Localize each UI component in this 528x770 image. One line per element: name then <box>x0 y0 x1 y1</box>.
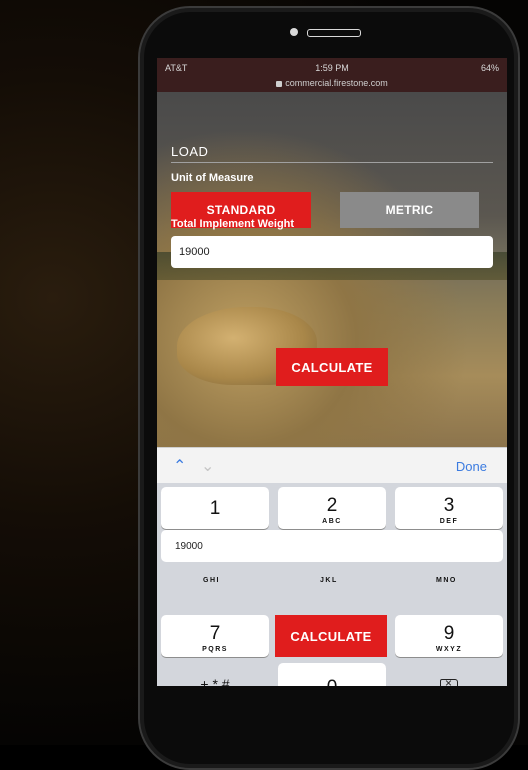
key-number: 0 <box>278 677 386 687</box>
key-2[interactable]: 2 ABC <box>278 487 386 529</box>
chevron-down-icon[interactable]: ⌄ <box>201 456 214 476</box>
key-number: 9 <box>443 622 455 644</box>
status-bar: AT&T 1:59 PM 64% commercial.firestone.co… <box>157 58 507 92</box>
metric-button[interactable]: METRIC <box>340 192 479 228</box>
battery-level: 64% <box>480 63 499 73</box>
key-letters: PQRS <box>202 645 228 653</box>
autofill-suggestion[interactable]: 19000 <box>175 541 203 552</box>
total-weight-label: Total Implement Weight <box>171 218 295 230</box>
symbols-key[interactable]: + * # <box>161 663 269 686</box>
numeric-keypad: 1 2 ABC 3 DEF 19000 GHI JKL MNO 7 PQRS C… <box>157 483 507 686</box>
keyboard-accessory-bar: ⌃ ⌄ Done <box>157 447 507 484</box>
key-number: 2 <box>326 494 338 516</box>
chevron-up-icon[interactable]: ⌃ <box>173 456 186 476</box>
key-letters: DEF <box>439 517 459 525</box>
lock-icon <box>276 80 283 87</box>
calculate-button[interactable]: CALCULATE <box>276 348 388 386</box>
section-divider <box>171 162 493 163</box>
status-time: 1:59 PM <box>315 63 349 73</box>
key-9[interactable]: 9 WXYZ <box>395 615 503 657</box>
section-title: LOAD <box>171 144 209 159</box>
calculate-overlay-button[interactable]: CALCULATE <box>275 615 387 657</box>
key-7[interactable]: 7 PQRS <box>161 615 269 657</box>
key-number: 3 <box>443 494 455 516</box>
key-letters: WXYZ <box>435 645 463 653</box>
done-button[interactable]: Done <box>450 458 493 475</box>
phone-screen: AT&T 1:59 PM 64% commercial.firestone.co… <box>157 58 507 686</box>
url-bar[interactable]: commercial.firestone.com <box>157 78 507 88</box>
key-0[interactable]: 0 <box>278 663 386 686</box>
speaker-grille <box>307 29 361 37</box>
backspace-icon <box>440 676 458 686</box>
key-number: 7 <box>209 622 221 644</box>
unit-of-measure-label: Unit of Measure <box>171 172 254 184</box>
key-letters: ABC <box>322 517 342 525</box>
key-5-letters[interactable]: JKL <box>320 577 338 584</box>
autofill-suggestion-bar[interactable] <box>161 530 503 562</box>
total-weight-input[interactable] <box>171 236 493 268</box>
delete-key[interactable] <box>395 663 503 686</box>
url-text: commercial.firestone.com <box>285 78 388 88</box>
key-1[interactable]: 1 <box>161 487 269 529</box>
key-3[interactable]: 3 DEF <box>395 487 503 529</box>
key-4-letters[interactable]: GHI <box>203 577 220 584</box>
calculator-page <box>157 92 507 447</box>
key-number: 1 <box>209 498 221 519</box>
key-6-letters[interactable]: MNO <box>436 577 457 584</box>
camera-icon <box>290 28 298 36</box>
